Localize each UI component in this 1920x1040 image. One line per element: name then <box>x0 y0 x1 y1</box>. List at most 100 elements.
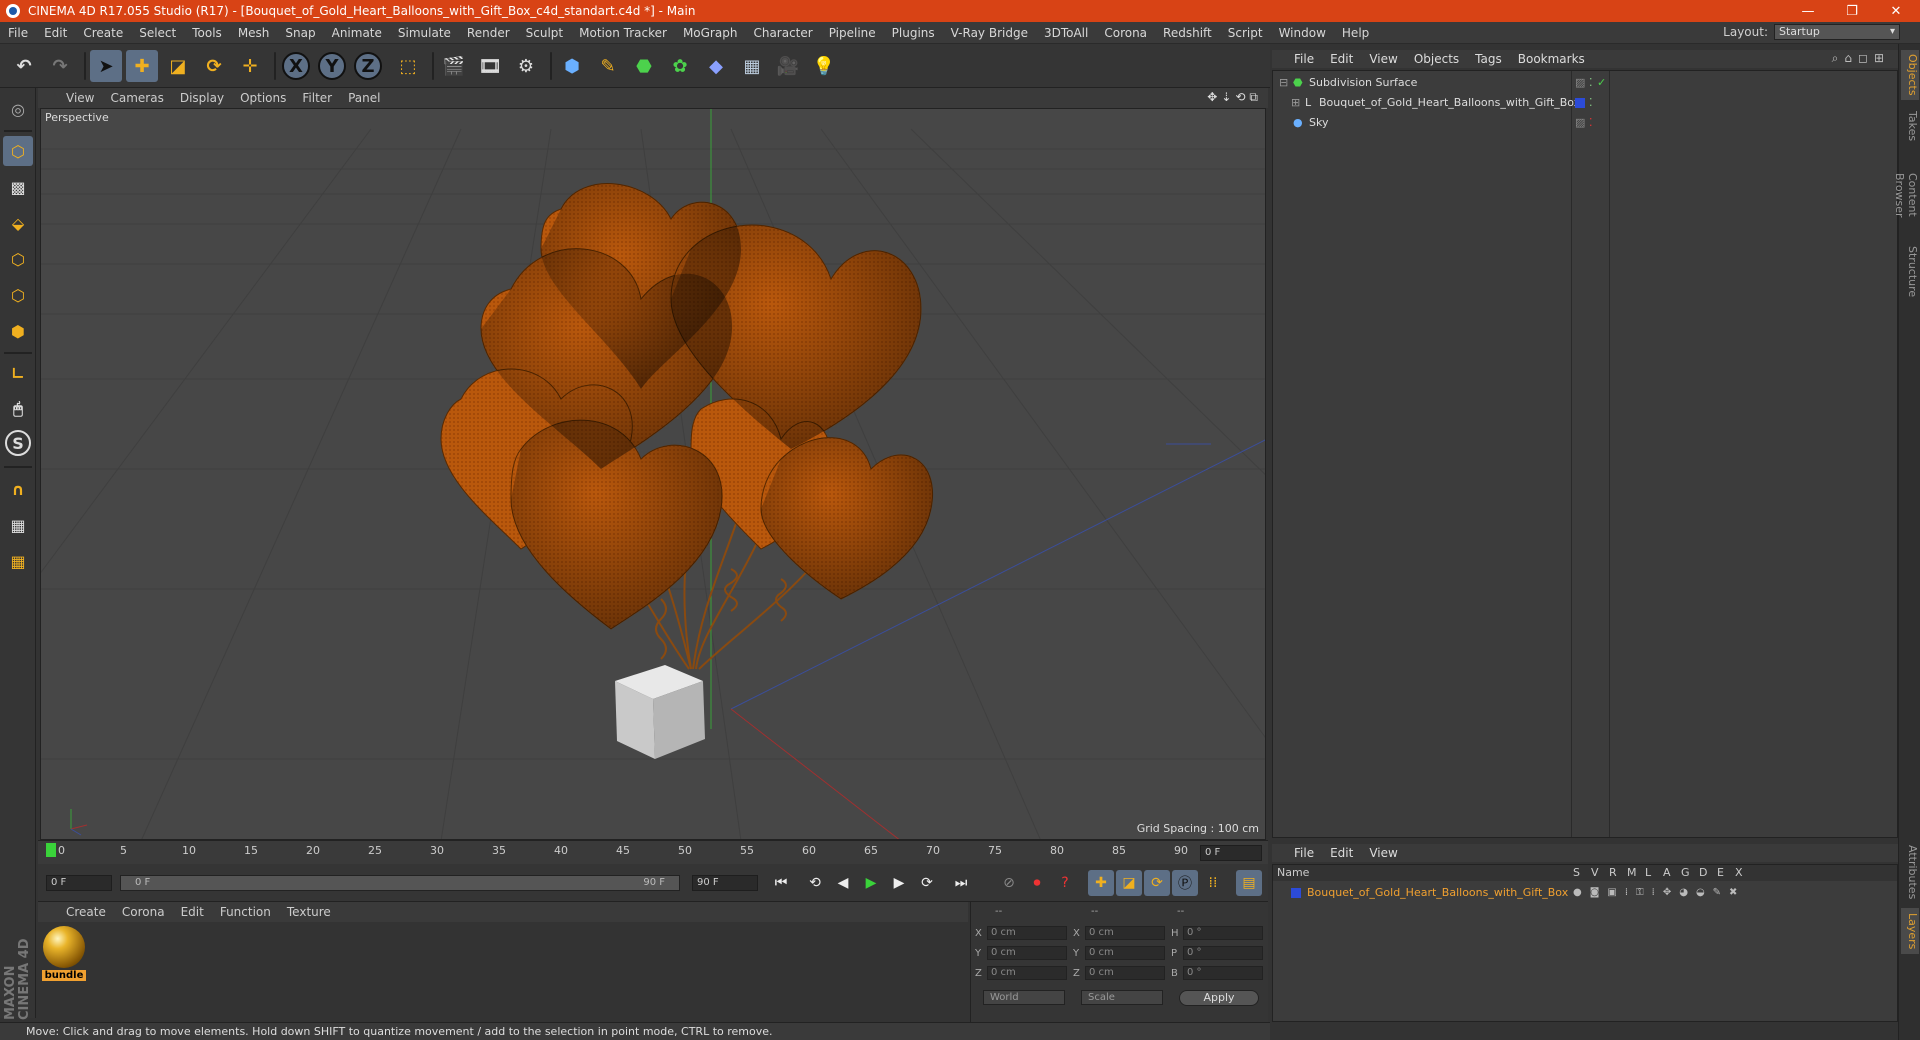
render-settings-icon[interactable]: ⚙ <box>510 50 542 82</box>
layer-menu-view[interactable]: View <box>1361 846 1405 860</box>
material-menu-function[interactable]: Function <box>212 905 279 919</box>
object-menu-file[interactable]: File <box>1286 52 1322 66</box>
playhead-marker[interactable] <box>46 843 56 857</box>
menu-mesh[interactable]: Mesh <box>230 26 278 40</box>
material-menu-edit[interactable]: Edit <box>173 905 212 919</box>
move-tool-icon[interactable]: ✚ <box>126 50 158 82</box>
coordinate-system-icon[interactable]: ⬚ <box>392 50 424 82</box>
menu-sculpt[interactable]: Sculpt <box>518 26 571 40</box>
layout-select[interactable]: Startup <box>1774 24 1900 40</box>
key-position-icon[interactable]: ✚ <box>1088 870 1114 896</box>
render-view-icon[interactable]: 🎬 <box>438 50 470 82</box>
layer-menu-file[interactable]: File <box>1286 846 1322 860</box>
enabled-check-icon[interactable]: ✓ <box>1597 73 1606 93</box>
magnet-icon[interactable]: ∩ <box>3 474 33 504</box>
menu-help[interactable]: Help <box>1334 26 1377 40</box>
tab-layers[interactable]: Layers <box>1901 908 1919 954</box>
floor-icon[interactable]: ▦ <box>736 50 768 82</box>
range-slider[interactable]: 0 F 90 F <box>120 875 680 891</box>
layer-row[interactable]: Bouquet_of_Gold_Heart_Balloons_with_Gift… <box>1273 883 1897 903</box>
object-name[interactable]: Bouquet_of_Gold_Heart_Balloons_with_Gift… <box>1319 93 1580 113</box>
timeline-window-icon[interactable]: ▤ <box>1236 870 1262 896</box>
menu-character[interactable]: Character <box>745 26 820 40</box>
object-row[interactable]: ⊞ L Bouquet_of_Gold_Heart_Balloons_with_… <box>1273 93 1897 113</box>
menu-pipeline[interactable]: Pipeline <box>821 26 884 40</box>
size-z-field[interactable]: 0 cm <box>1085 966 1165 980</box>
z-axis-lock-icon[interactable]: Z <box>354 52 382 80</box>
position-x-field[interactable]: 0 cm <box>987 926 1067 940</box>
cloner-icon[interactable]: ✿ <box>664 50 696 82</box>
object-name[interactable]: Subdivision Surface <box>1309 73 1417 93</box>
model-mode-icon[interactable]: ⬡ <box>3 136 33 166</box>
menu-vray-bridge[interactable]: V-Ray Bridge <box>943 26 1036 40</box>
axis-mode-icon[interactable]: ∟ <box>3 358 33 388</box>
minimize-icon[interactable]: — <box>1786 0 1830 22</box>
collapse-icon[interactable]: ⊟ <box>1279 73 1288 93</box>
start-frame-field[interactable]: 0 F <box>46 875 112 891</box>
object-row[interactable]: ⊟ ⬣ Subdivision Surface ▨ ⁚ ✓ <box>1273 73 1897 93</box>
menu-simulate[interactable]: Simulate <box>390 26 459 40</box>
menu-create[interactable]: Create <box>75 26 131 40</box>
menu-corona[interactable]: Corona <box>1096 26 1155 40</box>
position-z-field[interactable]: 0 cm <box>987 966 1067 980</box>
live-selection-icon[interactable]: ✛ <box>234 50 266 82</box>
next-frame-icon[interactable]: ▶ <box>886 870 912 896</box>
play-icon[interactable]: ▶ <box>858 870 884 896</box>
restore-icon[interactable]: ❐ <box>1830 0 1874 22</box>
object-menu-tags[interactable]: Tags <box>1467 52 1510 66</box>
redo-icon[interactable]: ↷ <box>44 50 76 82</box>
deformer-icon[interactable]: ◆ <box>700 50 732 82</box>
light-icon[interactable]: 💡 <box>808 50 840 82</box>
object-name[interactable]: Sky <box>1309 113 1328 133</box>
material-swatch[interactable]: bundle <box>42 926 86 982</box>
layer-name[interactable]: Bouquet_of_Gold_Heart_Balloons_with_Gift… <box>1307 883 1568 903</box>
layer-menu-edit[interactable]: Edit <box>1322 846 1361 860</box>
end-frame-field[interactable]: 90 F <box>692 875 758 891</box>
pen-spline-icon[interactable]: ✎ <box>592 50 624 82</box>
menu-snap[interactable]: Snap <box>277 26 323 40</box>
tab-objects[interactable]: Objects <box>1901 50 1919 100</box>
grid-snap-icon[interactable]: ▦ <box>3 546 33 576</box>
material-menu-texture[interactable]: Texture <box>279 905 339 919</box>
coordinate-mode-select[interactable]: World <box>983 990 1065 1005</box>
position-y-field[interactable]: 0 cm <box>987 946 1067 960</box>
rotate-tool-icon[interactable]: ⟳ <box>198 50 230 82</box>
menu-script[interactable]: Script <box>1220 26 1271 40</box>
next-key-icon[interactable]: ⟳ <box>914 870 940 896</box>
viewport-menu-options[interactable]: Options <box>232 91 294 105</box>
menu-mograph[interactable]: MoGraph <box>675 26 746 40</box>
visibility-dots-icon[interactable]: ⁚ <box>1589 113 1593 133</box>
object-menu-objects[interactable]: Objects <box>1406 52 1467 66</box>
make-editable-icon[interactable]: ◎ <box>3 94 33 124</box>
x-axis-lock-icon[interactable]: X <box>282 52 310 80</box>
texture-mode-icon[interactable]: ▩ <box>3 172 33 202</box>
viewport-menu-view[interactable]: View <box>58 91 102 105</box>
rotation-b-field[interactable]: 0 ° <box>1183 966 1263 980</box>
layer-color-icon[interactable] <box>1291 888 1301 898</box>
viewport-menu-panel[interactable]: Panel <box>340 91 388 105</box>
menu-window[interactable]: Window <box>1271 26 1334 40</box>
key-scale-icon[interactable]: ◪ <box>1116 870 1142 896</box>
menu-redshift[interactable]: Redshift <box>1155 26 1220 40</box>
key-parameter-icon[interactable]: Ⓟ <box>1172 870 1198 896</box>
rotation-h-field[interactable]: 0 ° <box>1183 926 1263 940</box>
autokey-icon[interactable]: ? <box>1052 870 1078 896</box>
expand-icon[interactable]: ⊞ <box>1291 93 1300 113</box>
current-frame-field[interactable]: 0 F <box>1200 845 1262 861</box>
go-to-end-icon[interactable]: ⏭ <box>948 870 974 896</box>
record-active-icon[interactable]: ⏺ <box>1024 870 1050 896</box>
menu-select[interactable]: Select <box>131 26 184 40</box>
tab-content-browser[interactable]: Content Browser <box>1893 150 1919 240</box>
menu-3dtoall[interactable]: 3DToAll <box>1036 26 1096 40</box>
menu-animate[interactable]: Animate <box>324 26 390 40</box>
perspective-viewport[interactable]: Perspective Grid Spacing : 100 cm <box>40 108 1266 840</box>
key-point-level-icon[interactable]: ⁞⁞ <box>1200 870 1226 896</box>
y-axis-lock-icon[interactable]: Y <box>318 52 346 80</box>
workplane-mode-icon[interactable]: ⬙ <box>3 208 33 238</box>
tweak-mode-icon[interactable]: 🖱 <box>3 394 33 424</box>
select-arrow-icon[interactable]: ➤ <box>90 50 122 82</box>
menu-motion-tracker[interactable]: Motion Tracker <box>571 26 675 40</box>
size-y-field[interactable]: 0 cm <box>1085 946 1165 960</box>
scale-tool-icon[interactable]: ◪ <box>162 50 194 82</box>
cube-object-icon[interactable]: ⬢ <box>556 50 588 82</box>
